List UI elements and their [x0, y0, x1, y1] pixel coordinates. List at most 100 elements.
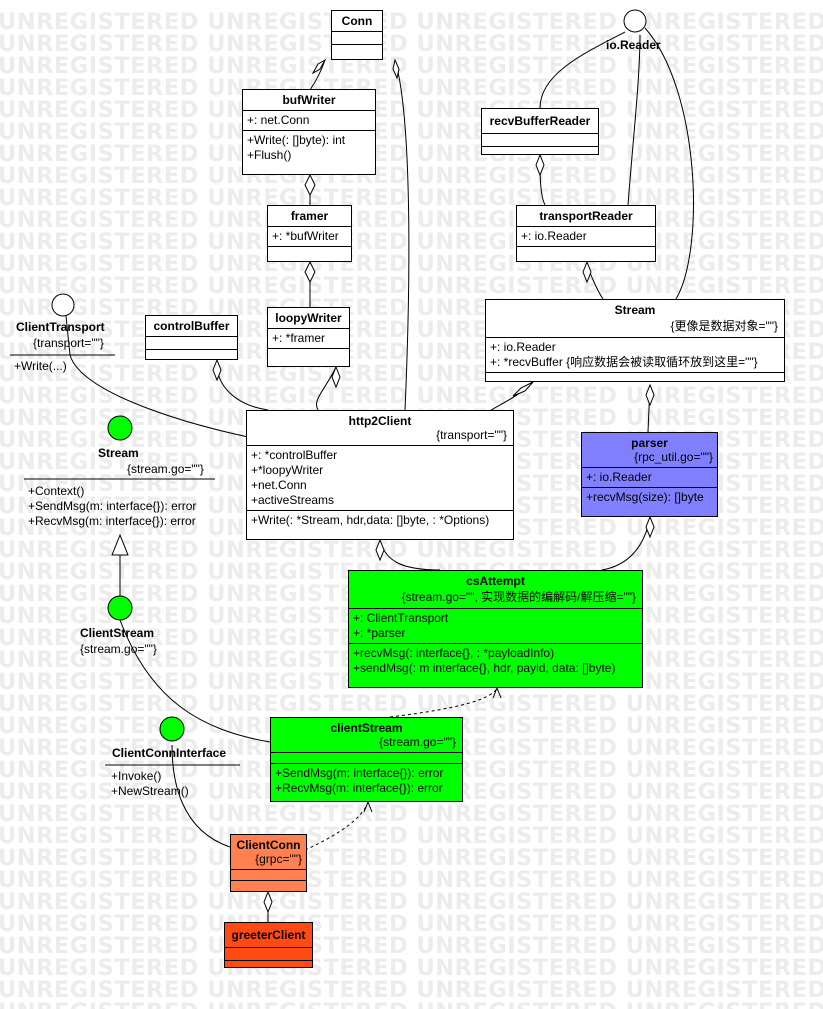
attributes: +: *framer	[268, 329, 349, 349]
class-tag: {transport=""}	[436, 428, 507, 442]
attribute: +: *recvBuffer {响应数据会被读取循环放到这里=""}	[490, 355, 758, 369]
class-greeterclient[interactable]: greeterClient	[224, 922, 313, 968]
interface-clienttransport-name[interactable]: ClientTransport	[16, 320, 105, 334]
operation: +SendMsg(m: interface{}): error	[28, 499, 197, 513]
operations: +SendMsg(m: interface{}): error +RecvMsg…	[271, 764, 462, 798]
attribute: +: *bufWriter	[272, 229, 339, 243]
operation: +NewStream()	[111, 784, 189, 798]
lollipop-clienttransport-icon	[51, 293, 75, 317]
operation: +sendMsg(: m interface{}, hdr, payld, da…	[353, 661, 616, 675]
attributes: +: *bufWriter	[268, 227, 351, 247]
class-parser[interactable]: parser {rpc_util.go=""} +: io.Reader +re…	[581, 432, 718, 517]
class-name: loopyWriter	[275, 311, 342, 325]
attribute: +: *framer	[272, 331, 326, 345]
diamond-http2client-controlbuffer	[212, 358, 222, 382]
attribute: +activeStreams	[251, 493, 335, 507]
edge-http2client-conn	[394, 59, 410, 411]
operation: +SendMsg(m: interface{}): error	[275, 766, 444, 780]
diamond-csattempt-http2client	[375, 538, 385, 562]
class-name: greeterClient	[231, 928, 306, 942]
attributes: +: ClientTransport +: *parser	[349, 609, 642, 644]
class-name: bufWriter	[282, 93, 336, 107]
diamond-csattempt-parser	[645, 515, 655, 539]
diamond-http2client-conn	[392, 58, 400, 80]
class-name: csAttempt	[466, 574, 525, 588]
interface-ioreader-name[interactable]: io.Reader	[606, 38, 661, 52]
class-stream[interactable]: Stream {更像是数据对象=""} +: io.Reader +: *rec…	[485, 299, 785, 382]
class-tag: {stream.go=""}	[379, 735, 456, 749]
class-conn[interactable]: Conn	[331, 10, 383, 60]
class-name: parser	[631, 436, 668, 450]
edge-csattempt-parser	[601, 516, 651, 571]
class-clientstream[interactable]: clientStream {stream.go=""} +SendMsg(m: …	[270, 717, 463, 802]
operation: +Write(...)	[14, 359, 67, 373]
edge-transportreader-ioreader	[627, 34, 641, 206]
class-bufwriter[interactable]: bufWriter +: net.Conn +Write(: []byte): …	[242, 89, 376, 175]
class-name: Stream	[614, 303, 656, 317]
attributes: +: io.Reader +: *recvBuffer {响应数据会被读取循环放…	[486, 338, 784, 373]
diamond-bufwriter-conn	[311, 58, 327, 75]
interface-clientconninterface-name[interactable]: ClientConnInterface	[112, 746, 226, 760]
attribute: +: *parser	[353, 626, 406, 640]
attribute: +: ClientTransport	[353, 611, 449, 625]
class-transportreader[interactable]: transportReader +: io.Reader	[516, 205, 656, 262]
attributes: +: net.Conn	[243, 111, 375, 131]
dependency-clientconn-clientstream	[304, 801, 369, 851]
interface-clientstream-tag: {stream.go=""}	[80, 642, 157, 656]
arrowhead-clientconn-clientstream	[363, 800, 373, 813]
operations: +Write(: *Stream, hdr,data: []byte, : *O…	[247, 511, 513, 530]
diamond-framer-bufwriter	[304, 173, 316, 197]
diamond-transportreader-recvbufferreader	[535, 153, 545, 177]
operations: +recvMsg(size): []byte	[582, 488, 717, 507]
lollipop-ioreader-icon	[623, 9, 647, 33]
class-name: framer	[290, 209, 329, 223]
lollipop-clientconninterface-icon	[159, 716, 185, 742]
attributes: +: *controlBuffer +*loopyWriter +net.Con…	[247, 446, 513, 511]
class-clientconn[interactable]: ClientConn {grpc=""}	[230, 834, 307, 892]
class-name: ClientConn	[236, 838, 301, 852]
attributes: +: io.Reader	[517, 227, 655, 247]
attribute: +: io.Reader	[586, 470, 652, 484]
attribute: +net.Conn	[251, 478, 307, 492]
class-framer[interactable]: framer +: *bufWriter	[267, 205, 352, 262]
class-name: controlBuffer	[153, 319, 230, 333]
operation: +recvMsg(: interface{}, : *payloadInfo)	[353, 646, 555, 660]
diamond-parser-stream	[645, 383, 655, 407]
diamond-http2client-stream	[512, 381, 534, 397]
operations: +Write(: []byte): int +Flush()	[243, 131, 375, 165]
interface-clienttransport-ops: +Write(...)	[14, 357, 67, 374]
operation: +Context()	[28, 484, 85, 498]
interface-clienttransport-tag: {transport=""}	[33, 336, 104, 350]
diamond-http2client-loopywriter	[331, 365, 341, 389]
class-name: clientStream	[330, 721, 403, 735]
class-name: http2Client	[348, 414, 412, 428]
class-recvbufferreader[interactable]: recvBufferReader	[481, 108, 599, 155]
edge-csattempt-http2client	[379, 539, 441, 571]
diamond-loopywriter-framer	[304, 260, 316, 284]
class-controlbuffer[interactable]: controlBuffer	[145, 315, 238, 360]
operation: +Invoke()	[111, 769, 162, 783]
class-name: transportReader	[539, 209, 633, 223]
interface-stream-name[interactable]: Stream	[98, 446, 139, 460]
dependency-clientstream-csattempt	[389, 687, 498, 718]
lollipop-clientstream-iface-icon	[107, 595, 133, 621]
operation: +RecvMsg(m: interface{}): error	[28, 514, 196, 528]
operation: +recvMsg(size): []byte	[586, 490, 704, 504]
interface-clientstream-name[interactable]: ClientStream	[80, 626, 154, 640]
attribute: +: *controlBuffer	[251, 448, 338, 462]
attribute: +*loopyWriter	[251, 463, 324, 477]
operations: +recvMsg(: interface{}, : *payloadInfo) …	[349, 644, 642, 678]
class-csattempt[interactable]: csAttempt {stream.go="", 实现数据的编解码/解压缩=""…	[348, 570, 643, 688]
interface-stream-ops: +Context() +SendMsg(m: interface{}): err…	[28, 482, 196, 529]
edge-http2client-controlbuffer	[216, 359, 269, 411]
interface-stream-tag: {stream.go=""}	[127, 462, 204, 476]
class-http2client[interactable]: http2Client {transport=""} +: *controlBu…	[246, 410, 514, 540]
class-loopywriter[interactable]: loopyWriter +: *framer	[267, 307, 350, 367]
class-tag: {stream.go="", 实现数据的编解码/解压缩=""}	[401, 590, 636, 604]
realization-triangle-icon	[111, 533, 129, 556]
interface-clientconninterface-ops: +Invoke() +NewStream()	[111, 767, 189, 799]
class-tag: {grpc=""}	[255, 852, 302, 866]
operation: +Write(: *Stream, hdr,data: []byte, : *O…	[251, 513, 490, 527]
arrowhead-clientstream-csattempt	[492, 686, 502, 699]
operation: +Write(: []byte): int	[247, 133, 346, 147]
